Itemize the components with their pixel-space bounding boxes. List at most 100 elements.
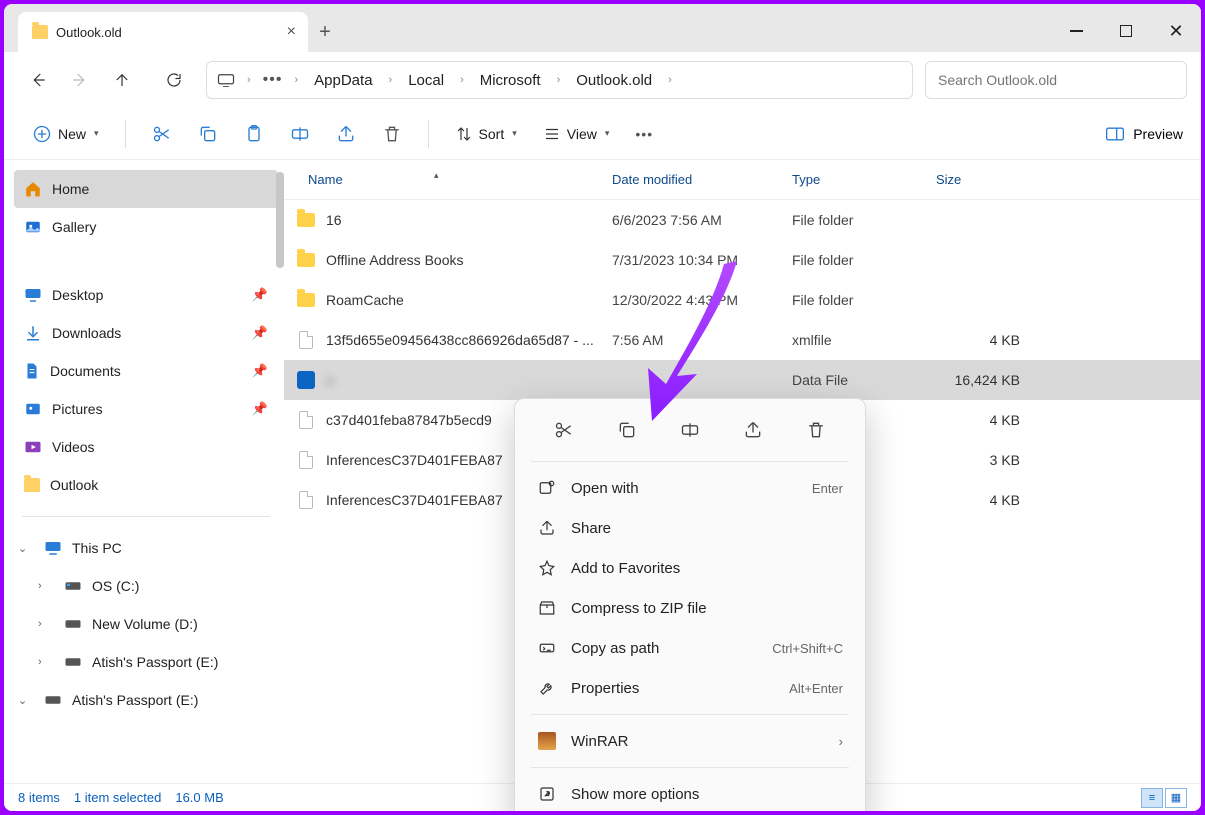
- window-controls: ✕: [1051, 10, 1201, 52]
- ctx-winrar[interactable]: WinRAR›: [521, 721, 859, 761]
- drive-icon: [44, 694, 62, 706]
- sidebar-gallery[interactable]: Gallery: [14, 208, 278, 246]
- ctx-delete[interactable]: [801, 415, 831, 445]
- more-button[interactable]: •••: [625, 116, 663, 152]
- drive-icon: [64, 580, 82, 592]
- chevron-right-icon[interactable]: ›: [38, 618, 54, 630]
- chevron-right-icon[interactable]: ›: [557, 74, 561, 86]
- new-button[interactable]: New ▾: [22, 116, 109, 152]
- ctx-open-with[interactable]: Open withEnter: [521, 468, 859, 508]
- pin-icon: 📌: [252, 363, 268, 379]
- refresh-button[interactable]: [154, 62, 194, 98]
- breadcrumb-overflow[interactable]: •••: [263, 71, 283, 89]
- sidebar-videos[interactable]: Videos: [14, 428, 278, 466]
- close-window-button[interactable]: ✕: [1151, 10, 1201, 52]
- breadcrumb-local[interactable]: Local: [404, 72, 448, 89]
- breadcrumb-outlook-old[interactable]: Outlook.old: [572, 72, 656, 89]
- file-name: a: [326, 372, 612, 388]
- search-input[interactable]: [938, 72, 1174, 88]
- ctx-add-favorites[interactable]: Add to Favorites: [521, 548, 859, 588]
- sidebar-desktop[interactable]: Desktop📌: [14, 276, 278, 314]
- dots-icon: •••: [635, 126, 653, 142]
- scrollbar[interactable]: [276, 172, 284, 268]
- folder-icon: [297, 253, 315, 267]
- chevron-right-icon[interactable]: ›: [38, 580, 54, 592]
- icons-view-button[interactable]: ▦: [1165, 788, 1187, 808]
- sidebar-outlook[interactable]: Outlook: [14, 466, 278, 504]
- chevron-down-icon[interactable]: ⌄: [18, 542, 34, 555]
- folder-icon: [24, 478, 40, 492]
- column-name[interactable]: Name▴: [284, 172, 604, 187]
- column-date[interactable]: Date modified: [604, 172, 784, 187]
- up-button[interactable]: [102, 62, 142, 98]
- delete-button[interactable]: [372, 116, 412, 152]
- breadcrumb-appdata[interactable]: AppData: [310, 72, 376, 89]
- ctx-show-more[interactable]: Show more options: [521, 774, 859, 811]
- search-box[interactable]: [925, 61, 1187, 99]
- file-row[interactable]: 13f5d655e09456438cc866926da65d87 - ...7:…: [284, 320, 1201, 360]
- sidebar-pictures[interactable]: Pictures📌: [14, 390, 278, 428]
- close-tab-icon[interactable]: ×: [287, 23, 296, 41]
- ctx-share-item[interactable]: Share: [521, 508, 859, 548]
- file-row[interactable]: 166/6/2023 7:56 AMFile folder: [284, 200, 1201, 240]
- breadcrumb-microsoft[interactable]: Microsoft: [476, 72, 545, 89]
- desktop-icon: [24, 286, 42, 304]
- sidebar-home[interactable]: Home: [14, 170, 278, 208]
- gallery-icon: [24, 218, 42, 236]
- chevron-right-icon[interactable]: ›: [460, 74, 464, 86]
- paste-button[interactable]: [234, 116, 274, 152]
- view-button[interactable]: View ▾: [533, 116, 620, 152]
- file-row[interactable]: RoamCache12/30/2022 4:43 PMFile folder: [284, 280, 1201, 320]
- file-row[interactable]: aData File16,424 KB: [284, 360, 1201, 400]
- ctx-rename[interactable]: [675, 415, 705, 445]
- new-tab-button[interactable]: +: [308, 12, 342, 52]
- column-type[interactable]: Type: [784, 172, 928, 187]
- preview-toggle[interactable]: Preview: [1105, 126, 1183, 142]
- chevron-right-icon[interactable]: ›: [294, 74, 298, 86]
- drive-icon: [64, 656, 82, 668]
- cut-button[interactable]: [142, 116, 182, 152]
- file-name: 16: [326, 212, 612, 228]
- maximize-button[interactable]: [1101, 10, 1151, 52]
- minimize-button[interactable]: [1051, 10, 1101, 52]
- copy-button[interactable]: [188, 116, 228, 152]
- ctx-copy-path[interactable]: Copy as pathCtrl+Shift+C: [521, 628, 859, 668]
- sidebar-documents[interactable]: Documents📌: [14, 352, 278, 390]
- ctx-properties[interactable]: PropertiesAlt+Enter: [521, 668, 859, 708]
- sidebar-downloads[interactable]: Downloads📌: [14, 314, 278, 352]
- ctx-cut[interactable]: [549, 415, 579, 445]
- forward-button[interactable]: [60, 62, 100, 98]
- ctx-share[interactable]: [738, 415, 768, 445]
- ctx-compress-zip[interactable]: Compress to ZIP file: [521, 588, 859, 628]
- sidebar-passport-e-1[interactable]: › Atish's Passport (E:): [14, 643, 278, 681]
- sidebar-thispc[interactable]: ⌄ This PC: [14, 529, 278, 567]
- back-button[interactable]: [18, 62, 58, 98]
- path-icon: [537, 639, 557, 657]
- file-date: 6/6/2023 7:56 AM: [612, 212, 792, 228]
- rename-button[interactable]: [280, 116, 320, 152]
- sort-button[interactable]: Sort ▾: [445, 116, 527, 152]
- share-button[interactable]: [326, 116, 366, 152]
- details-view-button[interactable]: ≡: [1141, 788, 1163, 808]
- file-row[interactable]: Offline Address Books7/31/2023 10:34 PMF…: [284, 240, 1201, 280]
- sidebar-os-c[interactable]: › OS (C:): [14, 567, 278, 605]
- chevron-right-icon[interactable]: ›: [668, 74, 672, 86]
- sidebar-passport-e-2[interactable]: ⌄ Atish's Passport (E:): [14, 681, 278, 719]
- sidebar-new-volume-d[interactable]: › New Volume (D:): [14, 605, 278, 643]
- file-type: File folder: [792, 212, 936, 228]
- pin-icon: 📌: [252, 401, 268, 417]
- column-size[interactable]: Size: [928, 172, 1201, 187]
- monitor-icon: [217, 73, 235, 87]
- address-bar[interactable]: › ••• › AppData › Local › Microsoft › Ou…: [206, 61, 913, 99]
- ctx-copy[interactable]: [612, 415, 642, 445]
- chevron-right-icon[interactable]: ›: [247, 74, 251, 86]
- chevron-right-icon[interactable]: ›: [389, 74, 393, 86]
- context-menu: Open withEnter Share Add to Favorites Co…: [514, 398, 866, 811]
- chevron-right-icon[interactable]: ›: [38, 656, 54, 668]
- tab-outlook-old[interactable]: Outlook.old ×: [18, 12, 308, 52]
- chevron-down-icon: ▾: [605, 128, 610, 139]
- sidebar: Home Gallery Desktop📌 Downloads📌 Documen…: [4, 160, 284, 783]
- file-size: 16,424 KB: [936, 372, 1026, 388]
- sort-label: Sort: [479, 126, 505, 142]
- chevron-down-icon[interactable]: ⌄: [18, 694, 34, 707]
